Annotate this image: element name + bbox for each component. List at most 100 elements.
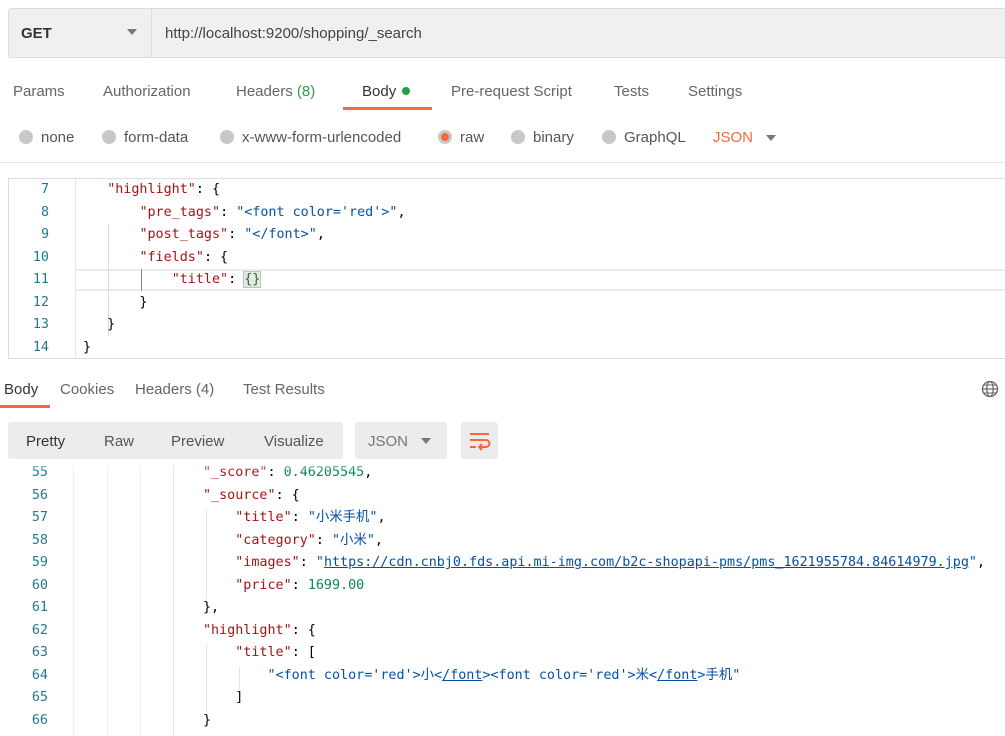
scroll-shadow — [0, 459, 1005, 471]
code-line: 9 "post_tags": "</font>", — [9, 224, 1005, 247]
tab-pre-request-script[interactable]: Pre-request Script — [451, 83, 572, 100]
code-line: 64 "<font color='red'>小</font><font colo… — [0, 665, 1005, 688]
code-token: : — [228, 272, 245, 287]
code-text: "highlight": { — [83, 179, 220, 202]
code-token: } — [83, 317, 116, 332]
method-label: GET — [21, 25, 52, 42]
radio-button[interactable] — [438, 130, 452, 144]
radio-button[interactable] — [102, 130, 116, 144]
code-line: 62 "highlight": { — [0, 620, 1005, 643]
response-body-viewer[interactable]: 55 "_score": 0.46205545, 56 "_source": {5… — [0, 464, 1005, 736]
code-text: "_source": { — [74, 485, 300, 508]
body-format-select[interactable]: JSON — [713, 129, 753, 146]
code-token: "post_tags" — [139, 227, 229, 242]
tab-label: Test Results — [243, 381, 325, 398]
link[interactable]: https://cdn.cnbj0.fds.api.mi-img.com/b2c… — [324, 555, 969, 570]
code-text: "images": "https://cdn.cnbj0.fds.api.mi-… — [74, 552, 985, 575]
view-raw[interactable]: Raw — [104, 433, 134, 450]
request-body-editor[interactable]: 7 "highlight": {8 "pre_tags": "<font col… — [8, 178, 1005, 359]
radio-label: x-www-form-urlencoded — [242, 129, 402, 146]
code-line: 10 "fields": { — [9, 247, 1005, 270]
line-number: 61 — [31, 600, 48, 615]
code-token: > — [482, 667, 491, 683]
code-text: ] — [74, 687, 243, 710]
code-token: : — [220, 204, 237, 220]
code-token: "pre_tags" — [139, 204, 221, 220]
code-line: 58 "category": "小米", — [0, 530, 1005, 553]
chevron-down-icon — [421, 438, 431, 444]
code-token: : [ — [291, 645, 316, 660]
radio-button[interactable] — [220, 130, 234, 144]
tab-label: Settings — [688, 83, 743, 100]
globe-icon[interactable] — [981, 380, 999, 398]
code-token: "_source" — [203, 487, 276, 503]
radio-GraphQL[interactable]: GraphQL — [602, 129, 686, 146]
url-input[interactable]: http://localhost:9200/shopping/_search — [165, 25, 422, 42]
code-line: 66 } — [0, 710, 1005, 733]
line-number: 12 — [32, 294, 49, 310]
response-format-select[interactable]: JSON — [355, 422, 447, 459]
tab-params[interactable]: Params — [13, 83, 65, 100]
line-number: 65 — [31, 690, 48, 705]
radio-button[interactable] — [602, 130, 616, 144]
view-pretty[interactable]: Pretty — [26, 433, 65, 450]
line-number: 8 — [40, 204, 49, 220]
code-line: 8 "pre_tags": "<font color='red'>", — [9, 202, 1005, 225]
radio-none[interactable]: none — [19, 129, 74, 146]
chevron-down-icon[interactable] — [766, 135, 776, 141]
response-tab-body[interactable]: Body — [4, 381, 38, 398]
radio-label: form-data — [124, 129, 189, 146]
tab-count: (4) — [195, 381, 215, 398]
method-select[interactable]: GET — [9, 9, 152, 57]
view-visualize[interactable]: Visualize — [264, 433, 324, 450]
line-number: 9 — [40, 227, 49, 242]
code-token: "category" — [235, 532, 316, 548]
divider — [0, 162, 1005, 163]
code-token: , — [316, 227, 325, 242]
radio-binary[interactable]: binary — [511, 129, 574, 146]
code-token: : { — [195, 182, 221, 197]
response-tab-cookies[interactable]: Cookies — [60, 381, 114, 398]
code-token: "title" — [235, 645, 292, 660]
tab-tests[interactable]: Tests — [614, 83, 649, 100]
view-preview[interactable]: Preview — [171, 433, 224, 450]
code-token: , — [976, 555, 986, 570]
radio-raw[interactable]: raw — [438, 129, 484, 146]
code-token: } — [74, 712, 212, 728]
link[interactable]: /font — [657, 668, 697, 683]
code-token: 1699.00 — [307, 577, 365, 593]
code-token: {} — [243, 271, 262, 288]
radio-label: binary — [533, 129, 574, 146]
link[interactable]: /font — [442, 668, 482, 683]
tab-settings[interactable]: Settings — [688, 83, 742, 100]
code-text: } — [83, 337, 91, 359]
tab-authorization[interactable]: Authorization — [103, 83, 191, 100]
code-token: "小米手机" — [307, 510, 378, 525]
code-line: 60 "price": 1699.00 — [0, 575, 1005, 598]
response-tab-headers[interactable]: Headers (4) — [135, 381, 214, 398]
radio-form-data[interactable]: form-data — [102, 129, 188, 146]
tab-label: Authorization — [103, 83, 191, 100]
code-token: "小米" — [332, 532, 375, 548]
radio-button[interactable] — [511, 130, 525, 144]
wrap-lines-button[interactable] — [461, 422, 498, 459]
code-token: >手机" — [697, 667, 741, 683]
radio-button[interactable] — [19, 130, 33, 144]
code-line: 57 "title": "小米手机", — [0, 507, 1005, 530]
response-tab-test-results[interactable]: Test Results — [243, 381, 325, 398]
tab-body[interactable]: Body — [362, 83, 411, 100]
radio-x-www-form-urlencoded[interactable]: x-www-form-urlencoded — [220, 129, 401, 146]
tab-headers[interactable]: Headers (8) — [236, 83, 315, 100]
code-text: "category": "小米", — [74, 530, 383, 553]
code-line: 12 } — [9, 292, 1005, 315]
code-token: " — [968, 555, 977, 570]
